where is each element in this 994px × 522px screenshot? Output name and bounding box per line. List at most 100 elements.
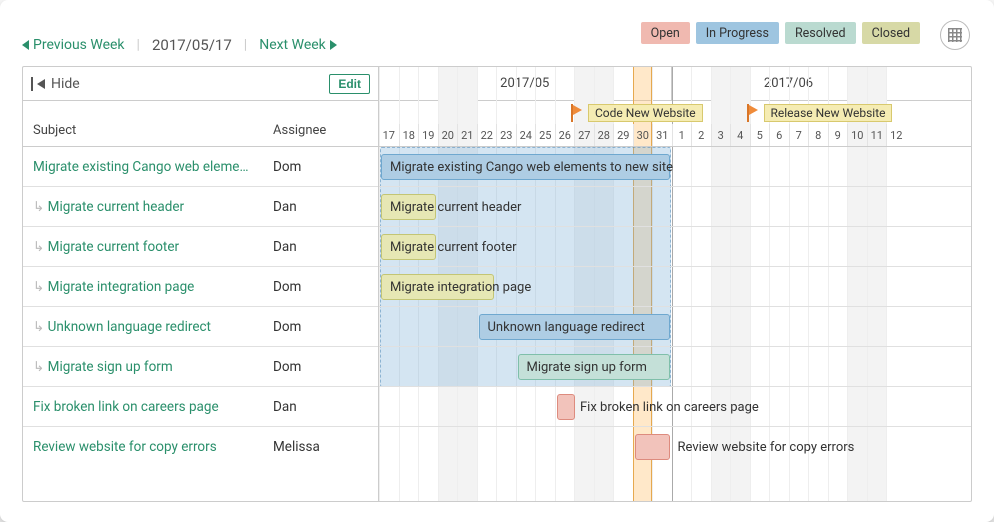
day-cell: 8 bbox=[808, 124, 828, 146]
gantt-board: Hide Edit Subject Assignee Migrate exist… bbox=[22, 66, 972, 502]
previous-week-link[interactable]: Previous Week bbox=[22, 37, 125, 53]
task-subject-link[interactable]: Review website for copy errors bbox=[33, 439, 273, 455]
flag-icon bbox=[570, 104, 584, 122]
task-subject-link[interactable]: Migrate current footer bbox=[33, 239, 273, 255]
day-cell: 25 bbox=[535, 124, 555, 146]
day-cell: 21 bbox=[457, 124, 477, 146]
timeline-pane: 2017/052017/06 Code New Website Release N… bbox=[379, 67, 971, 501]
day-cell: 17 bbox=[379, 124, 399, 146]
day-cell: 26 bbox=[555, 124, 575, 146]
day-cell: 27 bbox=[574, 124, 594, 146]
nav-separator: | bbox=[137, 37, 140, 53]
gantt-bar-label: Review website for copy errors bbox=[672, 434, 855, 460]
chevron-right-icon bbox=[330, 40, 337, 50]
status-resolved[interactable]: Resolved bbox=[785, 22, 856, 44]
column-header-assignee: Assignee bbox=[273, 123, 378, 138]
task-subject-link[interactable]: Migrate integration page bbox=[33, 279, 273, 295]
task-row: Fix broken link on careers pageDan bbox=[23, 387, 378, 427]
gantt-bar[interactable]: Migrate existing Cango web elements to n… bbox=[381, 154, 670, 180]
day-cell: 31 bbox=[652, 124, 672, 146]
task-assignee: Dom bbox=[273, 159, 301, 175]
day-cell: 30 bbox=[633, 124, 653, 146]
day-cell: 19 bbox=[418, 124, 438, 146]
timeline-body: Migrate existing Cango web elements to n… bbox=[379, 147, 971, 501]
month-header: 2017/052017/06 bbox=[379, 67, 971, 101]
task-subject-link[interactable]: Migrate existing Cango web eleme… bbox=[33, 159, 273, 175]
edit-button[interactable]: Edit bbox=[329, 74, 370, 94]
task-subject-link[interactable]: Migrate current header bbox=[33, 199, 273, 215]
task-assignee: Dom bbox=[273, 319, 301, 335]
grid-icon bbox=[948, 28, 962, 42]
next-week-label: Next Week bbox=[259, 37, 326, 53]
grid-view-toggle[interactable] bbox=[940, 20, 970, 50]
day-cell: 24 bbox=[516, 124, 536, 146]
day-cell: 3 bbox=[711, 124, 731, 146]
task-row: Migrate current footerDan bbox=[23, 227, 378, 267]
timeline-row: Migrate existing Cango web elements to n… bbox=[379, 147, 971, 187]
milestone[interactable]: Release New Website bbox=[746, 103, 893, 123]
day-cell: 12 bbox=[886, 124, 906, 146]
gantt-bar[interactable] bbox=[635, 434, 670, 460]
gantt-bar[interactable]: Unknown language redirect bbox=[479, 314, 670, 340]
day-cell: 20 bbox=[438, 124, 458, 146]
collapse-left-icon bbox=[31, 77, 45, 91]
milestone[interactable]: Code New Website bbox=[570, 103, 703, 123]
timeline-row: Migrate current header bbox=[379, 187, 971, 227]
day-cell: 23 bbox=[496, 124, 516, 146]
task-assignee: Melissa bbox=[273, 439, 320, 455]
task-row: Migrate existing Cango web eleme…Dom bbox=[23, 147, 378, 187]
day-cell: 11 bbox=[867, 124, 887, 146]
task-rows: Migrate existing Cango web eleme…DomMigr… bbox=[23, 147, 378, 467]
day-cell: 22 bbox=[477, 124, 497, 146]
day-cell: 2 bbox=[691, 124, 711, 146]
task-row: Unknown language redirectDom bbox=[23, 307, 378, 347]
task-subject-link[interactable]: Unknown language redirect bbox=[33, 319, 273, 335]
hide-label: Hide bbox=[51, 76, 80, 92]
day-cell: 5 bbox=[750, 124, 770, 146]
task-assignee: Dan bbox=[273, 199, 297, 215]
day-cell: 18 bbox=[399, 124, 419, 146]
timeline-row: Review website for copy errors bbox=[379, 427, 971, 467]
month-label: 2017/05 bbox=[379, 67, 672, 100]
timeline-row: Unknown language redirect bbox=[379, 307, 971, 347]
current-date: 2017/05/17 bbox=[152, 36, 232, 54]
task-row: Migrate sign up formDom bbox=[23, 347, 378, 387]
task-row: Migrate current headerDan bbox=[23, 187, 378, 227]
gantt-bar[interactable]: Migrate integration page bbox=[381, 274, 494, 300]
next-week-link[interactable]: Next Week bbox=[259, 37, 337, 53]
timeline-row: Fix broken link on careers page bbox=[379, 387, 971, 427]
task-row: Migrate integration pageDom bbox=[23, 267, 378, 307]
day-header: Code New WebsiteRelease New Website 1718… bbox=[379, 101, 971, 147]
gantt-bar[interactable]: Migrate current header bbox=[381, 194, 436, 220]
milestone-label: Release New Website bbox=[764, 104, 893, 122]
chevron-left-icon bbox=[22, 40, 29, 50]
month-label: 2017/06 bbox=[672, 67, 906, 100]
day-cell: 7 bbox=[789, 124, 809, 146]
task-subject-link[interactable]: Fix broken link on careers page bbox=[33, 399, 273, 415]
gantt-bar[interactable]: Migrate current footer bbox=[381, 234, 436, 260]
app-inner: Previous Week | 2017/05/17 | Next Week O… bbox=[10, 10, 984, 512]
timeline-row: Migrate current footer bbox=[379, 227, 971, 267]
nav-separator: | bbox=[244, 37, 247, 53]
status-in-progress[interactable]: In Progress bbox=[696, 22, 779, 44]
status-closed[interactable]: Closed bbox=[862, 22, 920, 44]
previous-week-label: Previous Week bbox=[33, 37, 125, 53]
task-assignee: Dan bbox=[273, 239, 297, 255]
timeline-row: Migrate integration page bbox=[379, 267, 971, 307]
task-subject-link[interactable]: Migrate sign up form bbox=[33, 359, 273, 375]
topbar: Previous Week | 2017/05/17 | Next Week O… bbox=[10, 10, 984, 66]
gantt-bar[interactable]: Migrate sign up form bbox=[518, 354, 670, 380]
timeline-row: Migrate sign up form bbox=[379, 347, 971, 387]
status-open[interactable]: Open bbox=[641, 22, 690, 44]
task-row: Review website for copy errorsMelissa bbox=[23, 427, 378, 467]
day-cell: 1 bbox=[672, 124, 692, 146]
flag-icon bbox=[746, 104, 760, 122]
day-cell: 4 bbox=[730, 124, 750, 146]
gantt-bar-label: Fix broken link on careers page bbox=[574, 394, 759, 420]
day-cell: 9 bbox=[828, 124, 848, 146]
task-assignee: Dom bbox=[273, 359, 301, 375]
task-list-header: Hide Edit bbox=[23, 67, 378, 101]
gantt-bar[interactable] bbox=[557, 394, 575, 420]
hide-panel-button[interactable]: Hide bbox=[31, 76, 80, 92]
days-grid: 1718192021222324252627282930311234567891… bbox=[379, 124, 971, 146]
